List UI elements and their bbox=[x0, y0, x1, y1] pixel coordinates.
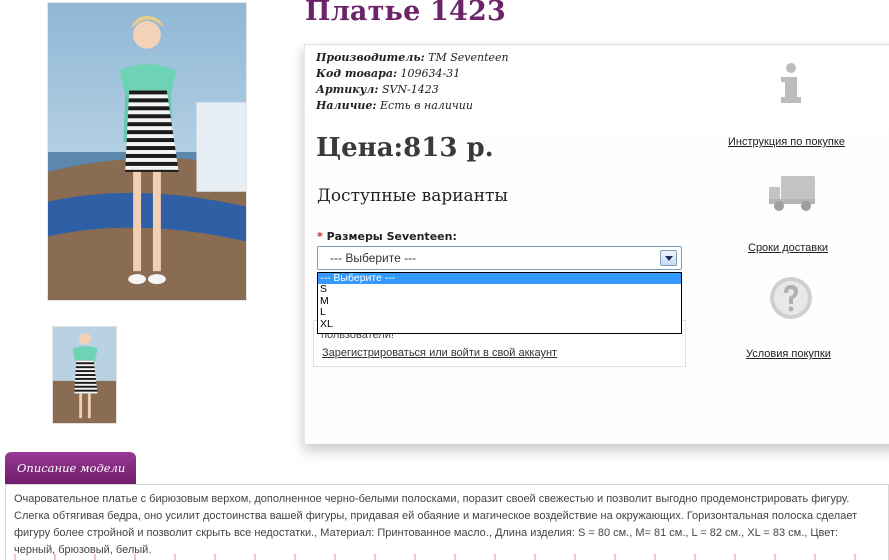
product-title: Платье 1423 bbox=[305, 0, 507, 27]
size-select[interactable]: --- Выберите --- bbox=[317, 246, 682, 270]
select-arrow-icon[interactable] bbox=[660, 250, 677, 266]
size-dropdown-list[interactable]: --- Выберите --- S M L XL bbox=[317, 272, 682, 334]
thumbnail-photo bbox=[53, 327, 116, 423]
size-option-placeholder[interactable]: --- Выберите --- bbox=[318, 272, 681, 285]
spec-manufacturer: Производитель: TM Seventeen bbox=[316, 51, 509, 64]
size-option-xl[interactable]: XL bbox=[318, 318, 681, 330]
spec-availability: Наличие: Есть в наличии bbox=[316, 99, 473, 112]
question-icon[interactable] bbox=[768, 275, 814, 321]
register-login-link[interactable]: Зарегистрироваться или войти в свой акка… bbox=[322, 347, 557, 359]
purchase-instructions-link[interactable]: Инструкция по покупке bbox=[728, 136, 845, 148]
size-option-m[interactable]: M bbox=[318, 295, 681, 307]
spec-product-code: Код товара: 109634-31 bbox=[316, 67, 461, 80]
purchase-terms-link[interactable]: Условия покупки bbox=[746, 348, 831, 360]
spec-article: Артикул: SVN-1423 bbox=[316, 83, 439, 96]
decorative-divider bbox=[0, 554, 889, 560]
delivery-truck-icon[interactable] bbox=[767, 173, 817, 213]
size-option-s[interactable]: S bbox=[318, 283, 681, 295]
product-price: Цена:813 р. bbox=[316, 133, 494, 163]
product-thumbnail[interactable] bbox=[52, 326, 117, 424]
size-option-l[interactable]: L bbox=[318, 306, 681, 318]
size-label: * Размеры Seventeen: bbox=[317, 230, 457, 243]
variants-heading: Доступные варианты bbox=[317, 186, 508, 206]
dress-photo bbox=[48, 3, 246, 300]
product-specs: Производитель: TM Seventeen Код товара: … bbox=[316, 50, 509, 114]
tab-description[interactable]: Описание модели bbox=[5, 452, 136, 484]
description-text: Очаровательное платье с бирюзовым верхом… bbox=[14, 493, 858, 556]
product-main-image[interactable] bbox=[47, 2, 247, 301]
size-select-value: --- Выберите --- bbox=[330, 251, 417, 265]
delivery-terms-link[interactable]: Сроки доставки bbox=[748, 242, 828, 254]
info-icon[interactable] bbox=[778, 62, 804, 106]
